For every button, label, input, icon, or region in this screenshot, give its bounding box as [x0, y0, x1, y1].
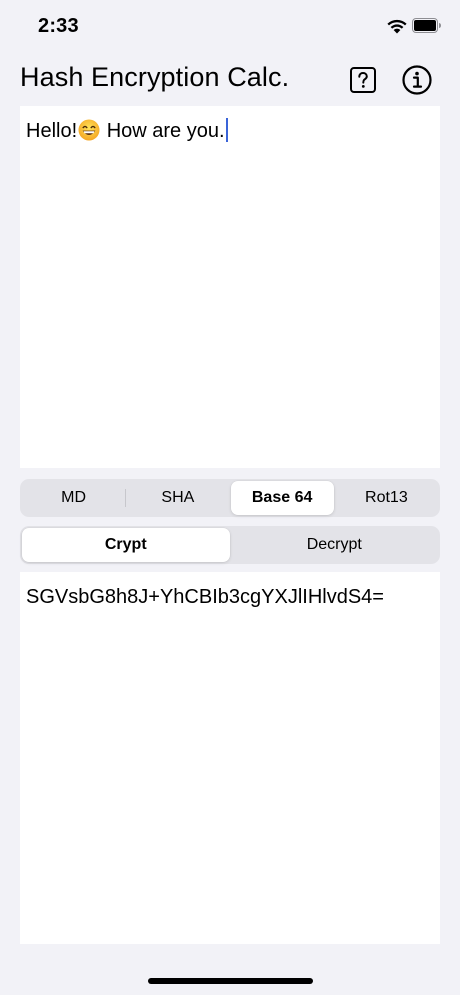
battery-icon [412, 18, 441, 33]
tab-md-label: MD [61, 489, 87, 506]
tab-md[interactable]: MD [22, 481, 125, 515]
mode-segmented-control: Crypt Decrypt [20, 526, 440, 564]
text-cursor [225, 118, 228, 142]
home-indicator [148, 978, 313, 984]
tab-crypt-label: Crypt [104, 536, 147, 553]
input-text-after: How are you. [101, 120, 225, 142]
tab-sha[interactable]: SHA [126, 481, 229, 515]
input-text-before: Hello! [26, 120, 78, 142]
output-text: SGVsbG8h8J+YhCBIb3cgYXJlIHlvdS4= [26, 586, 384, 608]
tab-rot13[interactable]: Rot13 [335, 481, 438, 515]
info-button[interactable] [400, 63, 434, 97]
tab-base64-label: Base 64 [251, 489, 313, 506]
output-text-area[interactable]: SGVsbG8h8J+YhCBIb3cgYXJlIHlvdS4= [20, 572, 440, 944]
tab-sha-label: SHA [161, 489, 195, 506]
input-text-area[interactable]: Hello! How are you. [20, 106, 440, 468]
question-square-icon [350, 67, 376, 93]
tab-rot13-label: Rot13 [365, 489, 408, 506]
app-screen: 2:33 Hash Encryption Calc. Hello! How ar… [0, 0, 460, 995]
page-title: Hash Encryption Calc. [20, 62, 290, 92]
status-bar: 2:33 [0, 0, 460, 56]
grinning-face-emoji-icon [78, 119, 100, 141]
algorithm-segmented-control: MD SHA Base 64 Rot13 [20, 479, 440, 517]
tab-decrypt[interactable]: Decrypt [231, 528, 439, 562]
info-circle-icon [402, 65, 432, 95]
help-button[interactable] [347, 64, 379, 96]
wifi-icon [387, 19, 407, 34]
tab-base64[interactable]: Base 64 [230, 481, 334, 515]
input-text: Hello! How are you. [26, 118, 434, 144]
tab-crypt[interactable]: Crypt [22, 528, 230, 562]
tab-decrypt-label: Decrypt [306, 536, 362, 553]
status-time: 2:33 [38, 15, 79, 37]
